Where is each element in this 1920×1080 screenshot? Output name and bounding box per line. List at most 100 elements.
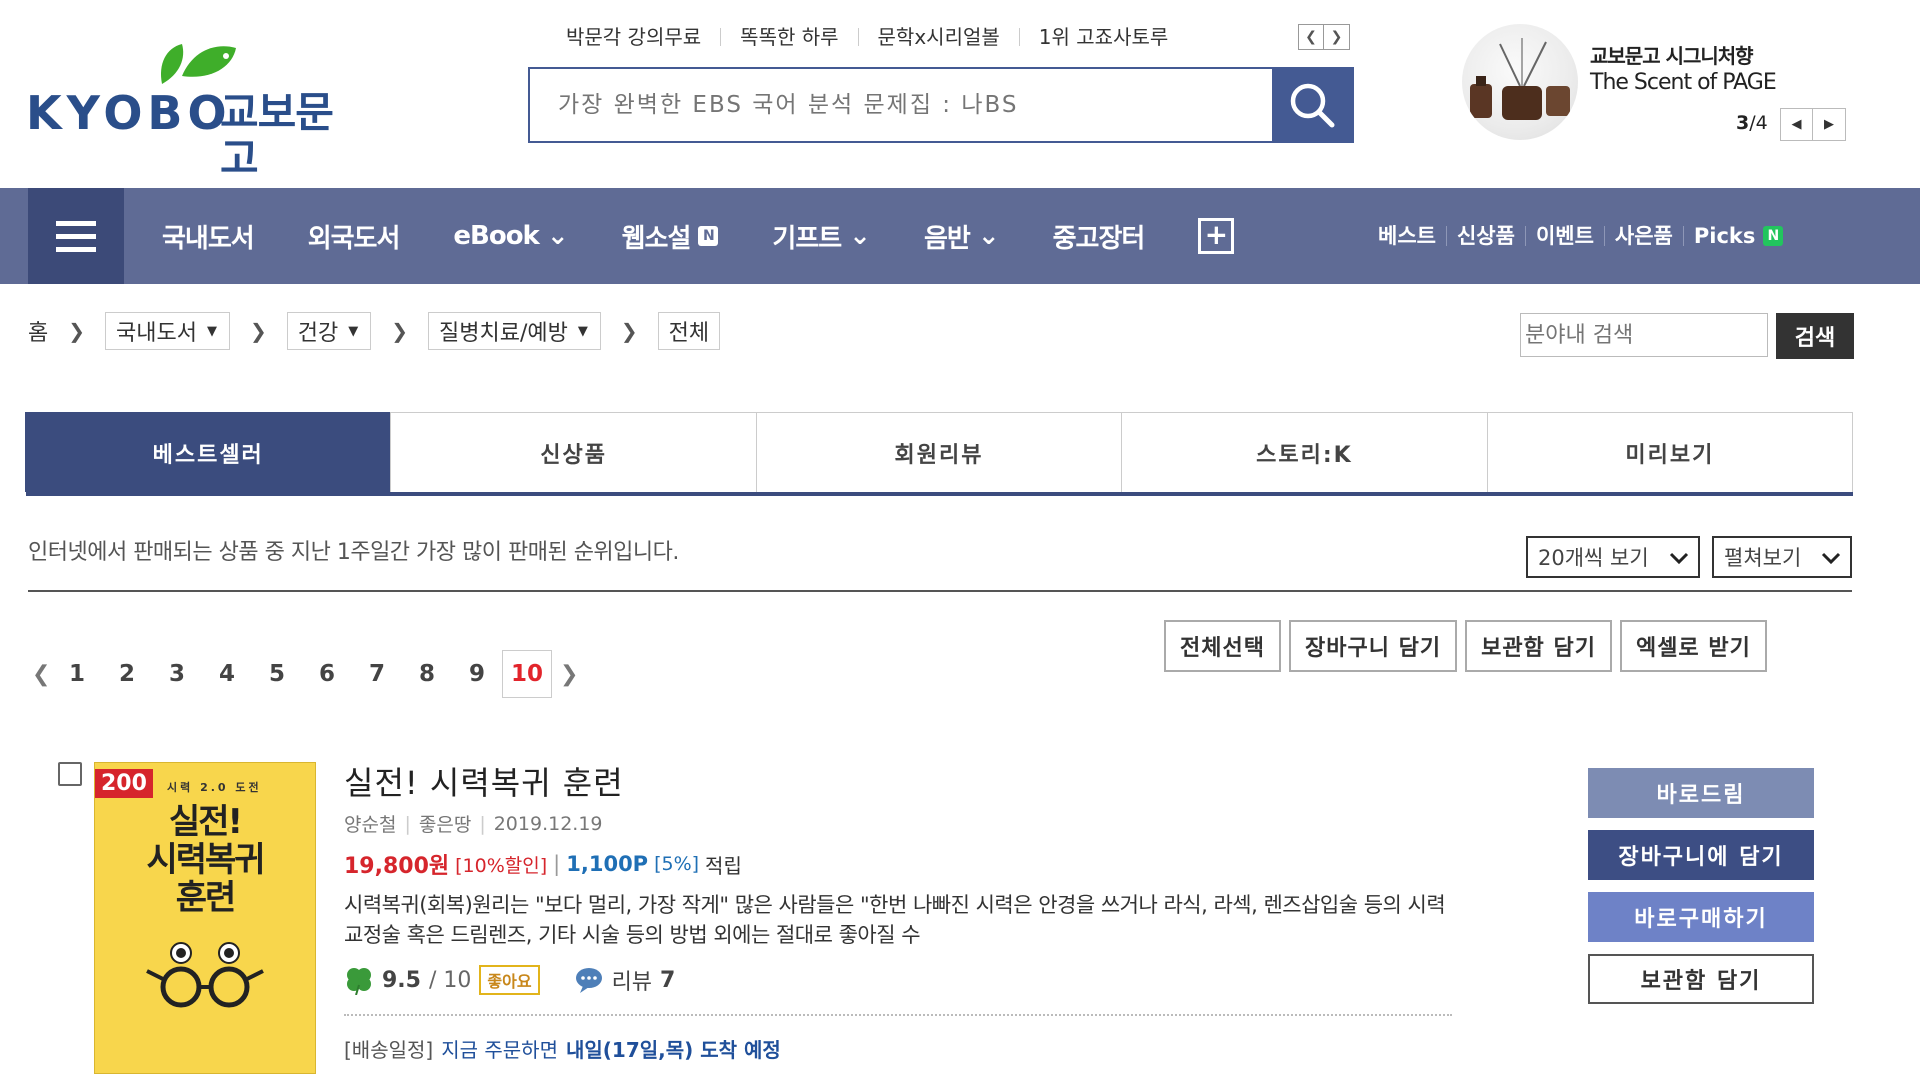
page-7[interactable]: 7: [352, 661, 402, 687]
product-points: 1,100P: [566, 852, 649, 876]
rating-score: 9.5: [382, 967, 421, 993]
breadcrumb: 홈 ❯ 국내도서 ▼ ❯ 건강 ▼ ❯ 질병치료/예방 ▼ ❯ 전체: [28, 312, 721, 350]
nav-used-market[interactable]: 중고장터: [1053, 218, 1146, 255]
product-price-row: 19,800원 [10%할인] | 1,100P [5%] 적립: [344, 848, 742, 880]
divider: [28, 590, 1852, 592]
product-title[interactable]: 실전! 시력복귀 훈련: [344, 758, 624, 804]
banner-next-icon[interactable]: ▶: [1813, 108, 1846, 141]
product-price: 19,800원: [344, 854, 450, 879]
prev-page-icon[interactable]: ❮: [32, 662, 52, 687]
nav-music[interactable]: 음반 ⌄: [924, 218, 1000, 255]
nav-domestic-books[interactable]: 국내도서: [162, 218, 255, 255]
quick-link-1[interactable]: 박문각 강의무료: [566, 27, 720, 47]
eyes-illustration-icon: [146, 942, 264, 1008]
points-accumulate-label: 적립: [705, 853, 742, 878]
banner-subtitle: The Scent of PAGE: [1590, 70, 1777, 95]
breadcrumb-level3[interactable]: 질병치료/예방 ▼: [428, 312, 601, 350]
nav-event[interactable]: 이벤트: [1524, 226, 1604, 247]
list-tabs: 베스트셀러 신상품 회원리뷰 스토리:K 미리보기: [25, 412, 1854, 496]
per-page-select[interactable]: 20개씩 보기: [1526, 536, 1700, 578]
tab-member-reviews[interactable]: 회원리뷰: [755, 412, 1123, 492]
product-checkbox[interactable]: [58, 762, 82, 786]
add-to-cart-button[interactable]: 장바구니 담기: [1288, 620, 1458, 672]
page-9[interactable]: 9: [452, 661, 502, 687]
chevron-down-icon: [1669, 552, 1689, 565]
review-count: 7: [660, 967, 676, 993]
banner-prev-icon[interactable]: ◀: [1780, 108, 1813, 141]
quick-link-2[interactable]: 똑똑한 하루: [720, 27, 857, 47]
nav-gifts[interactable]: 사은품: [1603, 226, 1683, 247]
page-2[interactable]: 2: [102, 661, 152, 687]
page-5[interactable]: 5: [252, 661, 302, 687]
tab-bestseller[interactable]: 베스트셀러: [25, 412, 392, 492]
speech-bubble-icon: [575, 968, 602, 993]
buy-now-button[interactable]: 바로구매하기: [1588, 892, 1814, 942]
chevron-right-icon: ❯: [68, 319, 86, 343]
main-nav: 국내도서 외국도서 eBook ⌄ 웹소설 N 기프트 ⌄ 음반 ⌄ 중고장터 + 베스…: [0, 188, 1920, 284]
next-page-icon[interactable]: ❯: [560, 662, 580, 687]
chevron-down-icon: ⌄: [977, 221, 1000, 251]
breadcrumb-level2[interactable]: 건강 ▼: [286, 312, 372, 350]
pickup-button[interactable]: 바로드림: [1588, 768, 1814, 818]
rating-max: / 10: [428, 967, 472, 993]
select-all-button[interactable]: 전체선택: [1164, 620, 1281, 672]
tab-preview[interactable]: 미리보기: [1486, 412, 1854, 492]
breadcrumb-home[interactable]: 홈: [28, 315, 48, 347]
tab-story-k[interactable]: 스토리:K: [1121, 412, 1488, 492]
product-summary: 시력복귀(회복)원리는 "보다 멀리, 가장 작게" 많은 사람들은 "한번 나…: [344, 893, 1446, 947]
category-search-input[interactable]: [1520, 313, 1768, 357]
chevron-right-icon[interactable]: ❯: [1324, 24, 1350, 50]
product-author[interactable]: 양순철: [344, 810, 396, 837]
book-cover[interactable]: 200 시력 2.0 도전 실전! 시력복귀 훈련: [94, 762, 316, 1074]
promo-banner[interactable]: 교보문고 시그니처향 The Scent of PAGE 3/4 ◀ ▶: [1462, 24, 1862, 144]
nav-web-novel[interactable]: 웹소설 N: [622, 218, 719, 255]
bulk-actions: 전체선택 장바구니 담기 보관함 담기 엑셀로 받기: [1164, 620, 1767, 672]
add-to-wishlist-button[interactable]: 보관함 담기: [1465, 620, 1612, 672]
export-excel-button[interactable]: 엑셀로 받기: [1619, 620, 1767, 672]
chevron-left-icon[interactable]: ❮: [1298, 24, 1324, 50]
cover-title: 실전! 시력복귀 훈련: [146, 802, 265, 918]
tab-new-products[interactable]: 신상품: [390, 412, 757, 492]
product-publisher[interactable]: 좋은땅: [419, 810, 471, 837]
chevron-down-icon: ⌄: [546, 221, 569, 251]
add-cart-button[interactable]: 장바구니에 담기: [1588, 830, 1814, 880]
quick-link-3[interactable]: 문학x시리얼볼: [857, 27, 1019, 47]
leaf-logo-icon: [160, 44, 236, 84]
page-1[interactable]: 1: [52, 661, 102, 687]
nav-foreign-books[interactable]: 외국도서: [308, 218, 401, 255]
shipping-now: 지금 주문하면: [441, 1038, 558, 1062]
pagination: ❮ 1 2 3 4 5 6 7 8 9 10 ❯: [32, 650, 580, 698]
search-input[interactable]: [530, 69, 1272, 141]
page-8[interactable]: 8: [402, 661, 452, 687]
caret-down-icon: ▼: [206, 323, 217, 339]
product-points-rate: [5%]: [654, 853, 700, 875]
breadcrumb-level1[interactable]: 국내도서 ▼: [105, 312, 230, 350]
chevron-down-icon: ⌄: [849, 221, 871, 251]
product-discount: [10%할인]: [455, 854, 548, 877]
page-current[interactable]: 10: [502, 650, 552, 698]
hamburger-menu-icon[interactable]: [28, 188, 124, 284]
rank-badge: 200: [95, 769, 153, 798]
nav-gift[interactable]: 기프트 ⌄: [772, 218, 871, 255]
nav-picks[interactable]: Picks N: [1682, 226, 1794, 247]
quick-link-4[interactable]: 1위 고죠사토루: [1018, 27, 1187, 47]
search-button[interactable]: [1272, 69, 1352, 141]
kyobo-logo[interactable]: KYOBO 교보문고: [26, 34, 366, 182]
plus-box-icon[interactable]: +: [1198, 218, 1235, 254]
view-mode-select[interactable]: 펼쳐보기: [1712, 536, 1852, 578]
breadcrumb-level4[interactable]: 전체: [657, 312, 721, 350]
chevron-right-icon: ❯: [620, 319, 638, 343]
nav-new[interactable]: 신상품: [1445, 226, 1525, 247]
shipping-date: 내일(17일,목) 도착 예정: [565, 1038, 781, 1062]
product-actions: 바로드림 장바구니에 담기 바로구매하기 보관함 담기: [1588, 768, 1814, 1004]
page-6[interactable]: 6: [302, 661, 352, 687]
category-search: 검색: [1520, 313, 1854, 359]
nav-best[interactable]: 베스트: [1378, 226, 1446, 247]
page-4[interactable]: 4: [202, 661, 252, 687]
save-wishlist-button[interactable]: 보관함 담기: [1588, 954, 1814, 1004]
page-3[interactable]: 3: [152, 661, 202, 687]
nav-ebook[interactable]: eBook ⌄: [453, 221, 569, 251]
review-link[interactable]: 리뷰 7: [574, 964, 676, 996]
category-search-button[interactable]: 검색: [1776, 313, 1854, 359]
new-badge: N: [698, 226, 719, 246]
